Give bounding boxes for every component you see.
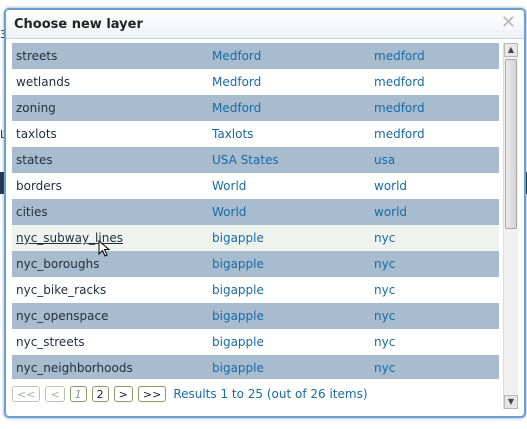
layer-store-cell[interactable]: World: [212, 205, 374, 219]
layer-row[interactable]: states USA States usa: [12, 147, 499, 173]
layer-name[interactable]: nyc_neighborhoods: [16, 361, 133, 375]
dialog-titlebar[interactable]: Choose new layer ✕: [6, 10, 524, 39]
scroll-down-arrow-icon[interactable]: ▼: [504, 395, 518, 409]
layer-name[interactable]: borders: [16, 179, 62, 193]
prev-page-button[interactable]: <: [45, 386, 65, 402]
layer-store-cell[interactable]: Medford: [212, 101, 374, 115]
layer-workspace-cell[interactable]: nyc: [374, 257, 494, 271]
vertical-scrollbar[interactable]: ▲ ▼: [503, 43, 518, 409]
scrollbar-thumb[interactable]: [505, 59, 517, 229]
layer-store-cell[interactable]: Medford: [212, 75, 374, 89]
layer-store-cell[interactable]: World: [212, 179, 374, 193]
layer-workspace-cell[interactable]: usa: [374, 153, 494, 167]
close-icon[interactable]: ✕: [501, 13, 516, 33]
layer-store-cell[interactable]: USA States: [212, 153, 374, 167]
layer-name[interactable]: zoning: [16, 101, 56, 115]
layer-name-cell[interactable]: nyc_subway_lines: [12, 231, 212, 257]
layer-store-cell[interactable]: Medford: [212, 49, 374, 63]
layer-name[interactable]: streets: [16, 49, 57, 63]
layer-store-cell[interactable]: bigapple: [212, 231, 374, 245]
next-page-button[interactable]: >: [113, 386, 133, 402]
results-summary: Results 1 to 25 (out of 26 items): [173, 387, 368, 401]
layer-name[interactable]: nyc_openspace: [16, 309, 108, 323]
layer-workspace-cell[interactable]: medford: [374, 101, 494, 115]
layer-store-cell[interactable]: Taxlots: [212, 127, 374, 141]
layer-workspace-cell[interactable]: medford: [374, 75, 494, 89]
layer-store-cell[interactable]: bigapple: [212, 335, 374, 349]
layer-name-cell[interactable]: wetlands: [12, 75, 212, 89]
layer-name-cell[interactable]: zoning: [12, 101, 212, 115]
layer-row[interactable]: nyc_boroughs bigapple nyc: [12, 251, 499, 277]
layer-row[interactable]: streets Medford medford: [12, 43, 499, 69]
layer-workspace-cell[interactable]: nyc: [374, 309, 494, 323]
layer-name-cell[interactable]: nyc_boroughs: [12, 257, 212, 271]
layer-name-cell[interactable]: borders: [12, 179, 212, 193]
last-page-button[interactable]: >>: [137, 386, 167, 402]
layer-workspace-cell[interactable]: medford: [374, 127, 494, 141]
layer-name-cell[interactable]: states: [12, 153, 212, 167]
layer-workspace-cell[interactable]: world: [374, 179, 494, 193]
first-page-button[interactable]: <<: [12, 386, 41, 402]
layer-workspace-cell[interactable]: nyc: [374, 335, 494, 349]
page-1-button[interactable]: 1: [69, 386, 87, 402]
page-2-button[interactable]: 2: [91, 386, 109, 402]
layer-row[interactable]: nyc_streets bigapple nyc: [12, 329, 499, 355]
layer-name-cell[interactable]: nyc_streets: [12, 335, 212, 349]
layer-name-cell[interactable]: nyc_openspace: [12, 309, 212, 323]
layer-workspace-cell[interactable]: nyc: [374, 231, 494, 245]
layer-workspace-cell[interactable]: world: [374, 205, 494, 219]
layer-store-cell[interactable]: bigapple: [212, 257, 374, 271]
layer-name[interactable]: nyc_boroughs: [16, 257, 99, 271]
layer-name[interactable]: nyc_streets: [16, 335, 85, 349]
layer-workspace-cell[interactable]: medford: [374, 49, 494, 63]
layer-name[interactable]: wetlands: [16, 75, 70, 89]
layer-row[interactable]: borders World world: [12, 173, 499, 199]
scroll-up-arrow-icon[interactable]: ▲: [504, 43, 518, 57]
layer-row[interactable]: zoning Medford medford: [12, 95, 499, 121]
layer-name-cell[interactable]: nyc_bike_racks: [12, 283, 212, 297]
pagination-bar: << < 1 2 > >> Results 1 to 25 (out of 26…: [12, 382, 368, 406]
layer-row[interactable]: nyc_openspace bigapple nyc: [12, 303, 499, 329]
layer-store-cell[interactable]: bigapple: [212, 361, 374, 375]
layer-store-cell[interactable]: bigapple: [212, 309, 374, 323]
layer-name[interactable]: taxlots: [16, 127, 57, 141]
layer-row[interactable]: taxlots Taxlots medford: [12, 121, 499, 147]
layer-workspace-cell[interactable]: nyc: [374, 283, 494, 297]
layer-workspace-cell[interactable]: nyc: [374, 361, 494, 375]
layer-store-cell[interactable]: bigapple: [212, 283, 374, 297]
layer-row[interactable]: nyc_subway_lines bigapple nyc: [12, 225, 499, 257]
layer-list: streets Medford medford wetlands Medford medf…: [12, 43, 499, 379]
layer-name[interactable]: cities: [16, 205, 48, 219]
layer-name-cell[interactable]: nyc_neighborhoods: [12, 361, 212, 375]
layer-name-cell[interactable]: cities: [12, 205, 212, 219]
choose-layer-dialog: Choose new layer ✕ streets Medford medford…: [4, 8, 526, 418]
mouse-pointer-icon: [98, 240, 111, 257]
layer-row[interactable]: nyc_bike_racks bigapple nyc: [12, 277, 499, 303]
layer-row[interactable]: wetlands Medford medford: [12, 69, 499, 95]
layer-name[interactable]: states: [16, 153, 53, 167]
layer-row[interactable]: nyc_neighborhoods bigapple nyc: [12, 355, 499, 379]
layer-name-cell[interactable]: streets: [12, 49, 212, 63]
layer-row[interactable]: cities World world: [12, 199, 499, 225]
layer-name[interactable]: nyc_bike_racks: [16, 283, 106, 297]
layer-name-cell[interactable]: taxlots: [12, 127, 212, 141]
dialog-title: Choose new layer: [14, 17, 143, 32]
